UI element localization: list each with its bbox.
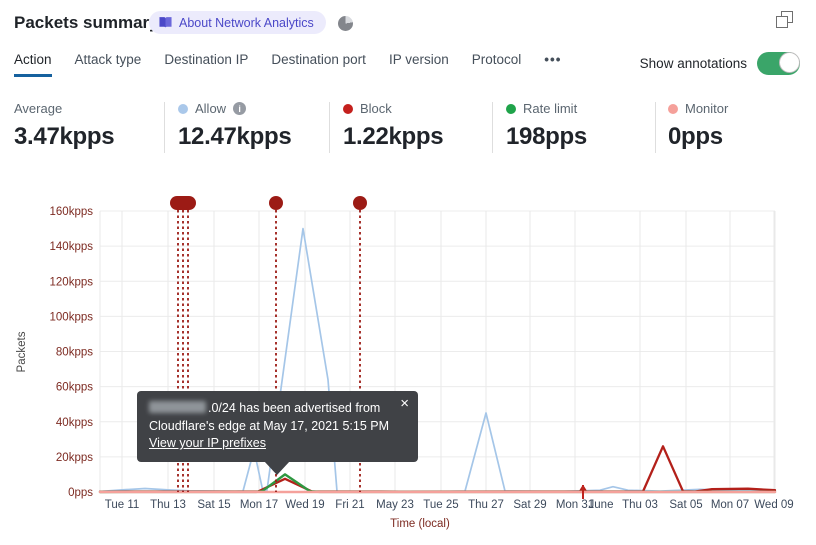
svg-text:Wed 19: Wed 19 (285, 499, 324, 511)
svg-text:80kpps: 80kpps (56, 347, 93, 359)
packets-summary-panel: Packets summary About Network Analytics … (0, 0, 816, 545)
y-axis-title: Packets (16, 331, 28, 372)
tooltip-line1: .0/24 has been advertised from (149, 400, 392, 418)
svg-text:Sat 05: Sat 05 (669, 499, 702, 511)
annotation-tooltip: × .0/24 has been advertised from Cloudfl… (137, 391, 418, 475)
svg-text:20kpps: 20kpps (56, 452, 93, 464)
svg-text:Thu 13: Thu 13 (150, 499, 186, 511)
svg-text:May 23: May 23 (376, 499, 414, 511)
series-rate-limit (98, 473, 777, 494)
svg-text:100kpps: 100kpps (50, 311, 94, 323)
svg-text:40kpps: 40kpps (56, 417, 93, 429)
svg-text:Tue 25: Tue 25 (423, 499, 458, 511)
tooltip-arrow (264, 460, 290, 475)
svg-text:140kpps: 140kpps (50, 241, 94, 253)
svg-text:Fri 21: Fri 21 (335, 499, 364, 511)
svg-text:0pps: 0pps (68, 487, 93, 499)
tooltip-line2: Cloudflare's edge at May 17, 2021 5:15 P… (149, 418, 390, 433)
svg-text:Thu 03: Thu 03 (622, 499, 658, 511)
svg-text:Sat 29: Sat 29 (513, 499, 546, 511)
annotation-marker-dot[interactable] (269, 196, 283, 210)
svg-text:60kpps: 60kpps (56, 382, 93, 394)
annotation-marker-dot[interactable] (353, 196, 367, 210)
close-icon[interactable]: × (400, 396, 409, 411)
svg-text:Mon 17: Mon 17 (240, 499, 278, 511)
svg-text:Tue 11: Tue 11 (105, 499, 140, 511)
svg-text:Wed 09: Wed 09 (754, 499, 793, 511)
x-axis-title: Time (local) (390, 518, 450, 530)
svg-text:120kpps: 120kpps (50, 276, 94, 288)
svg-text:June: June (589, 499, 614, 511)
redacted-ip-prefix (149, 401, 206, 413)
svg-text:Thu 27: Thu 27 (468, 499, 504, 511)
svg-text:160kpps: 160kpps (50, 206, 94, 218)
annotation-marker-pill[interactable] (170, 196, 196, 210)
svg-text:Sat 15: Sat 15 (197, 499, 230, 511)
svg-text:Mon 07: Mon 07 (711, 499, 749, 511)
packets-chart: 0pps 20kpps 40kpps 60kpps 80kpps 100kpps 120kp… (16, 196, 794, 530)
view-ip-prefixes-link[interactable]: View your IP prefixes (149, 436, 266, 450)
